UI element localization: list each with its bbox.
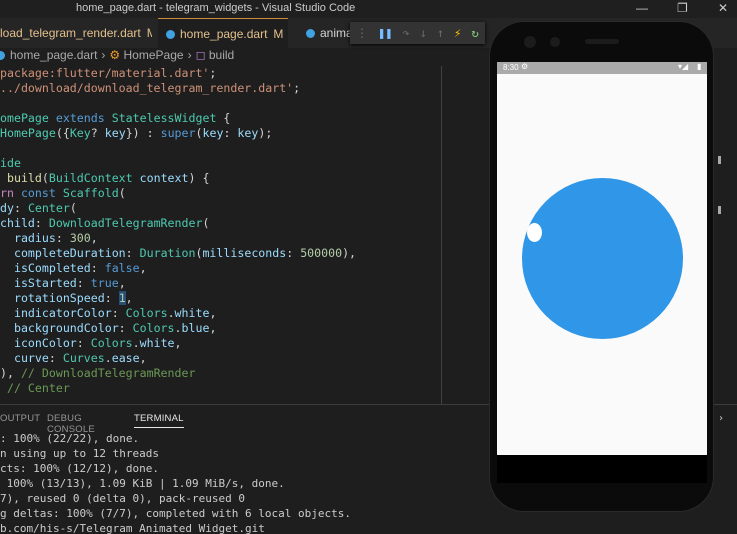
step-into-icon[interactable]: ↓	[420, 26, 427, 40]
tab-label: home_page.dart	[180, 27, 268, 41]
chevron-right-icon: ›	[101, 48, 106, 62]
close-window-icon[interactable]: ✕	[718, 1, 728, 15]
tab-download-telegram-render[interactable]: load_telegram_render.dart M	[0, 18, 152, 48]
tab-home-page[interactable]: home_page.dartM×	[158, 18, 288, 48]
drag-handle-icon[interactable]: ⋮	[356, 26, 368, 40]
terminal-line: 7), reused 0 (delta 0), pack-reused 0	[0, 492, 246, 505]
code-editor[interactable]: package:flutter/material.dart'; ../downl…	[0, 66, 445, 404]
camera-icon	[524, 36, 536, 48]
status-bar: 8:30 ⚙ ▾◢ ▮	[497, 62, 707, 74]
restart-icon[interactable]: ↻	[471, 26, 478, 40]
terminal-line: : 100% (22/22), done.	[0, 432, 140, 445]
code-line: omePage extends StatelessWidget {	[0, 111, 231, 125]
code-line: curve: Curves.ease,	[13, 351, 147, 365]
step-over-icon[interactable]: ↷	[402, 26, 409, 40]
modified-badge: M	[146, 26, 152, 40]
tab-label: load_telegram_render.dart	[0, 26, 141, 40]
code-line: indicatorColor: Colors.white,	[13, 306, 217, 320]
code-line: ide	[0, 156, 21, 170]
terminal-line: b.com/his-s/Telegram_Animated_Widget.git	[0, 522, 265, 534]
sensor-icon	[550, 37, 560, 47]
code-line: HomePage({Key? key}) : super(key: key);	[0, 126, 273, 140]
code-line: rn const Scaffold(	[0, 186, 126, 200]
battery-icon: ▮	[697, 62, 702, 71]
code-line: radius: 300,	[13, 231, 98, 245]
code-line: rotationSpeed: 1,	[13, 291, 133, 305]
step-out-icon[interactable]: ↑	[437, 26, 444, 40]
wifi-signal-icon: ▾◢	[678, 62, 689, 71]
editor-ruler	[441, 66, 442, 404]
chevron-right-icon: ›	[187, 48, 192, 62]
panel-more-icon[interactable]: ›	[718, 413, 724, 424]
navigation-bar	[497, 455, 707, 483]
terminal-output[interactable]: : 100% (22/22), done. n using up to 12 t…	[0, 431, 490, 534]
scrollbar[interactable]	[718, 66, 722, 404]
rotation-indicator	[527, 223, 542, 242]
app-screen[interactable]: 8:30 ⚙ ▾◢ ▮	[497, 62, 707, 455]
modified-badge: M	[273, 27, 284, 41]
code-line: iconColor: Colors.white,	[13, 336, 182, 350]
minimize-icon[interactable]: —	[636, 1, 648, 15]
tab-terminal[interactable]: TERMINAL	[134, 413, 184, 428]
maximize-icon[interactable]: ❐	[677, 1, 688, 15]
download-telegram-render[interactable]	[522, 178, 683, 339]
code-line: dy: Center(	[0, 201, 77, 215]
dart-file-icon	[166, 30, 175, 40]
code-line: isCompleted: false,	[13, 261, 147, 275]
code-line: ), // DownloadTelegramRender	[0, 366, 196, 380]
dart-file-icon	[0, 51, 5, 61]
code-line: build(BuildContext context) {	[6, 171, 210, 185]
code-line: child: DownloadTelegramRender(	[0, 216, 210, 230]
breadcrumb: home_page.dart › ⚙ HomePage › ◻ build	[0, 48, 234, 66]
code-line: backgroundColor: Colors.blue,	[13, 321, 217, 335]
code-line: completeDuration: Duration(milliseconds:…	[13, 246, 357, 260]
window-title: home_page.dart - telegram_widgets - Visu…	[76, 2, 356, 14]
settings-notification-icon: ⚙	[521, 62, 529, 71]
code-line: // Center	[0, 381, 70, 395]
speaker-grille	[585, 39, 619, 44]
method-symbol-icon: ◻	[195, 48, 206, 62]
terminal-line: 100% (13/13), 1.09 KiB | 1.09 MiB/s, don…	[0, 477, 285, 490]
debug-toolbar: ⋮ ❚❚ ↷ ↓ ↑ ⚡ ↻	[350, 22, 485, 44]
terminal-line: g deltas: 100% (7/7), completed with 6 l…	[0, 507, 351, 520]
title-bar: home_page.dart - telegram_widgets - Visu…	[0, 0, 737, 18]
status-time: 8:30	[503, 63, 519, 72]
dart-file-icon	[306, 29, 315, 39]
code-line: ../download/download_telegram_render.dar…	[0, 81, 301, 95]
breadcrumb-file[interactable]: home_page.dart	[10, 48, 97, 62]
hot-reload-icon[interactable]: ⚡	[454, 26, 461, 40]
code-line: isStarted: true,	[13, 276, 126, 290]
pause-icon[interactable]: ❚❚	[378, 26, 392, 40]
terminal-line: cts: 100% (12/12), done.	[0, 462, 159, 475]
breadcrumb-class[interactable]: HomePage	[124, 48, 184, 62]
tab-output[interactable]: OUTPUT	[0, 413, 40, 424]
breadcrumb-method[interactable]: build	[209, 48, 234, 62]
code-line: package:flutter/material.dart';	[0, 66, 217, 80]
terminal-line: n using up to 12 threads	[0, 447, 159, 460]
class-symbol-icon: ⚙	[109, 48, 121, 62]
